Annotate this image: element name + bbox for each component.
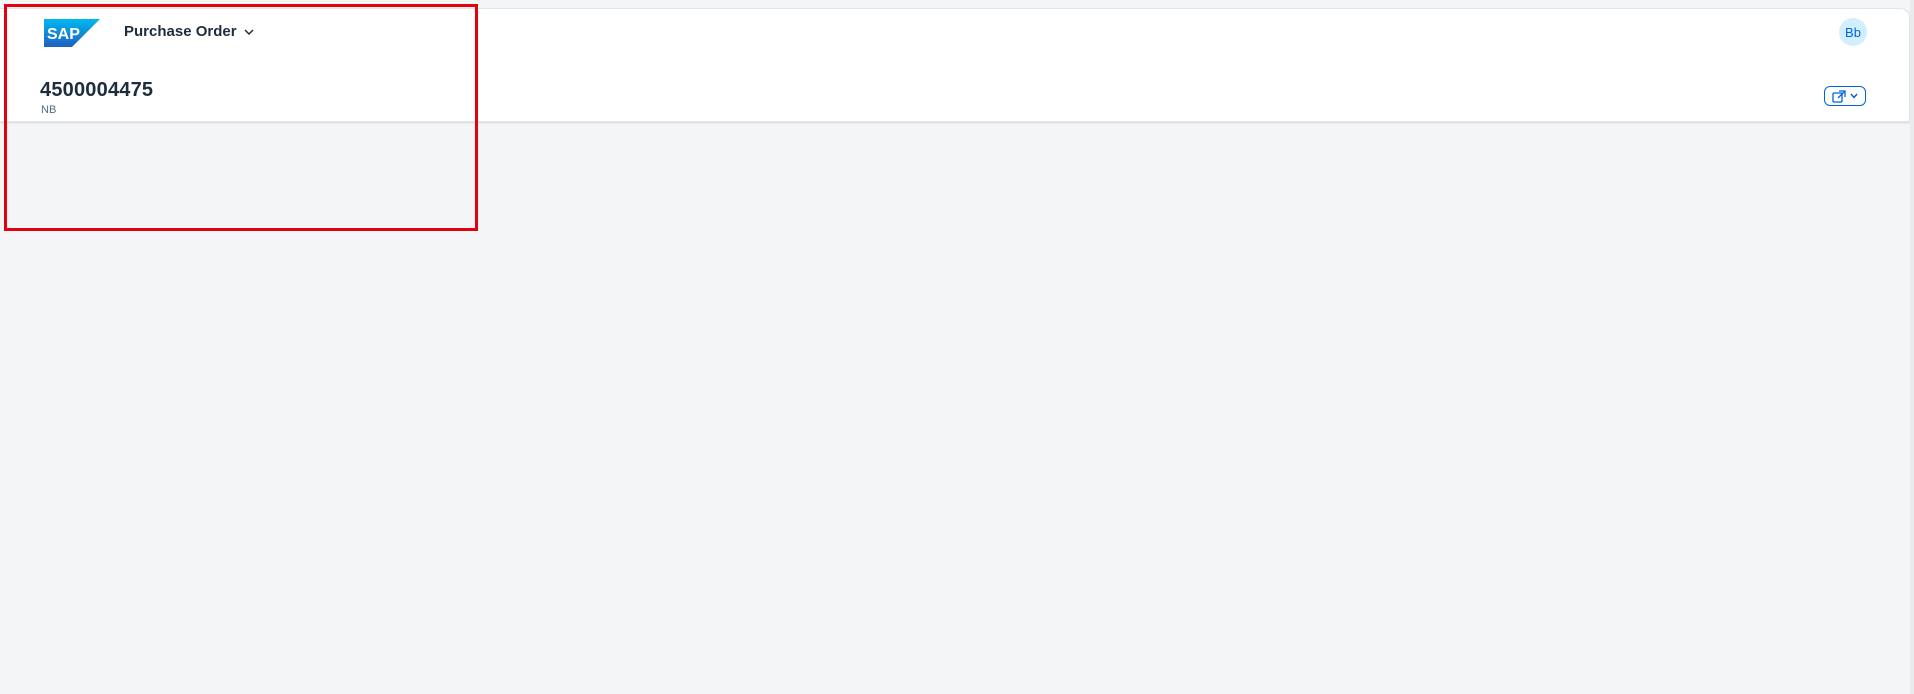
app-page: SAP Purchase Order Bb 4500004475 NB — [0, 0, 1910, 694]
share-icon — [1831, 89, 1846, 103]
avatar-initials: Bb — [1845, 24, 1861, 40]
app-title-menu[interactable]: Purchase Order — [124, 23, 255, 40]
share-menu-button[interactable] — [1824, 86, 1866, 106]
object-subtitle: NB — [41, 104, 57, 116]
chevron-down-icon — [1849, 93, 1858, 99]
window-edge — [1910, 0, 1914, 694]
svg-text:SAP: SAP — [47, 26, 80, 43]
app-title: Purchase Order — [124, 23, 237, 40]
shell-bar: SAP Purchase Order Bb — [0, 9, 1909, 61]
object-title: 4500004475 — [40, 79, 154, 101]
chevron-down-icon — [244, 28, 254, 35]
header-card: SAP Purchase Order Bb 4500004475 NB — [0, 8, 1910, 122]
user-avatar[interactable]: Bb — [1839, 18, 1867, 46]
sap-logo[interactable]: SAP — [44, 19, 100, 47]
